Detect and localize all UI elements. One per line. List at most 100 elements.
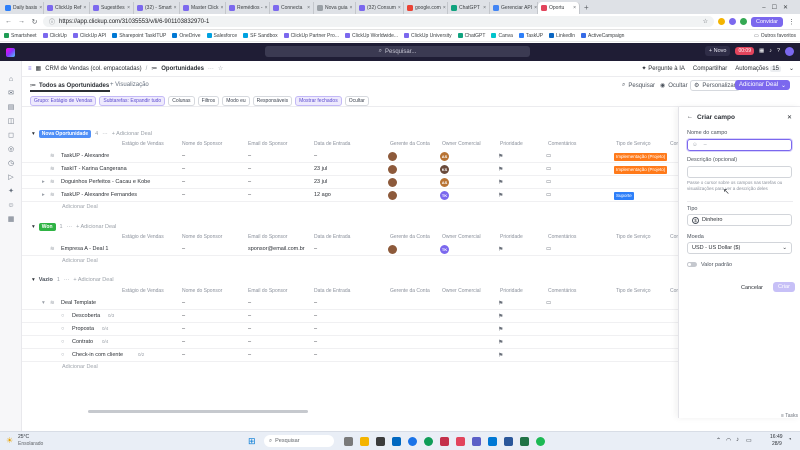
close-tab-icon[interactable]: × xyxy=(221,5,224,11)
comments-icon[interactable]: ▭ xyxy=(546,179,551,185)
account-manager-avatar[interactable] xyxy=(388,244,397,254)
default-value-toggle[interactable] xyxy=(687,262,697,267)
taskbar-search-input[interactable]: ⌕ Pesquisar xyxy=(264,435,334,447)
automations-button[interactable]: Automações 15 xyxy=(735,65,781,72)
browser-tab[interactable]: Remédios - × xyxy=(226,2,270,14)
inbox-icon[interactable]: ✉ xyxy=(6,89,16,99)
notifications-icon[interactable]: ♪ xyxy=(769,48,772,54)
subtask-row[interactable]: ○ Proposta 0/4 – – – ⚑ xyxy=(22,323,678,336)
word-icon[interactable] xyxy=(488,437,497,446)
column-header[interactable]: Gerente da Conta xyxy=(390,141,430,147)
owner-avatar[interactable]: TK xyxy=(440,190,449,200)
clickup-logo-icon[interactable] xyxy=(6,47,15,57)
sponsor-name[interactable]: – xyxy=(182,179,185,185)
new-button[interactable]: + Novo xyxy=(704,46,731,56)
column-header[interactable]: Data de Entrada xyxy=(314,288,350,294)
chevron-down-icon[interactable]: ⌄ xyxy=(789,65,794,72)
column-header[interactable]: Gerente da Conta xyxy=(390,234,430,240)
empty-cell[interactable]: – xyxy=(182,339,185,345)
column-header[interactable]: Nome do Sponsor xyxy=(182,234,222,240)
empty-cell[interactable]: – xyxy=(182,326,185,332)
status-circle-icon[interactable]: ○ xyxy=(61,352,64,358)
spaces-icon[interactable]: ▦ xyxy=(6,215,16,225)
browser-tab[interactable]: Oportu × xyxy=(538,2,580,14)
column-header[interactable]: Owner Comercial xyxy=(442,288,481,294)
column-header[interactable]: Email do Sponsor xyxy=(248,288,287,294)
bookmark-item[interactable]: OneDrive xyxy=(172,33,201,39)
owner-avatar[interactable]: AS xyxy=(440,177,449,187)
empty-cell[interactable]: – xyxy=(248,326,251,332)
reload-icon[interactable]: ↻ xyxy=(30,18,39,26)
emoji-icon[interactable]: ☺ xyxy=(692,142,698,148)
comments-icon[interactable]: ▭ xyxy=(546,246,551,252)
clips-icon[interactable]: ▷ xyxy=(6,173,16,183)
tasks-tray[interactable]: ≡ Tasks xyxy=(781,413,798,419)
chevron-down-icon[interactable]: ▾ xyxy=(32,224,35,230)
edge-icon[interactable] xyxy=(424,437,433,446)
subtask-row[interactable]: ○ Contrato 0/4 – – – ⚑ xyxy=(22,336,678,349)
priority-flag-icon[interactable]: ⚑ xyxy=(498,300,503,307)
empty-cell[interactable]: – xyxy=(248,313,251,319)
expand-row-icon[interactable]: ▸ xyxy=(42,192,45,198)
field-name-input[interactable]: ☺ – xyxy=(687,139,792,151)
comments-icon[interactable]: ▭ xyxy=(546,166,551,172)
sponsor-email[interactable]: – xyxy=(248,300,251,306)
mail-icon[interactable] xyxy=(392,437,401,446)
user-avatar[interactable] xyxy=(785,46,794,56)
bookmark-item[interactable]: TaskUP xyxy=(518,33,543,39)
column-header[interactable]: Nome do Sponsor xyxy=(182,141,222,147)
status-badge[interactable]: Won xyxy=(38,223,56,231)
hide-button[interactable]: ◉ Ocultar xyxy=(660,82,688,90)
create-button[interactable]: Criar xyxy=(773,282,795,292)
column-header[interactable]: Data de Entrada xyxy=(314,234,350,240)
browser-tab[interactable]: (32) - Smart × xyxy=(134,2,180,14)
priority-flag-icon[interactable]: ⚑ xyxy=(498,339,503,346)
sponsor-email[interactable]: – xyxy=(248,179,251,185)
column-header[interactable]: Owner Comercial xyxy=(442,234,481,240)
browser-tab[interactable]: Sugestões × xyxy=(90,2,134,14)
column-header[interactable]: Owner Comercial xyxy=(442,141,481,147)
owner-avatar[interactable]: TK xyxy=(440,244,449,254)
search-button[interactable]: ⌕ Pesquisar xyxy=(622,82,655,89)
subtask-row[interactable]: ○ Check-in com cliente 0/2 – – – ⚑ xyxy=(22,349,678,362)
currency-select[interactable]: USD - US Dollar ($) ⌄ xyxy=(687,242,792,254)
bookmark-item[interactable]: Canva xyxy=(491,33,513,39)
browser-tab[interactable]: Nova guia × xyxy=(314,2,356,14)
sponsor-email[interactable]: – xyxy=(248,153,251,159)
description-input[interactable] xyxy=(687,166,792,178)
battery-icon[interactable]: ▭ xyxy=(746,437,752,444)
outlook-icon[interactable] xyxy=(440,437,449,446)
bookmark-item[interactable]: ChatGPT xyxy=(457,33,485,39)
table-row[interactable]: ▸ ≋ Doguinhos Perfeitos - Cacau e Kobe – – 23… xyxy=(22,176,678,189)
sponsor-email[interactable]: sponsor@email.com.br xyxy=(248,246,305,252)
status-circle-icon[interactable]: ○ xyxy=(61,326,64,332)
column-header[interactable]: Tipo de Serviço xyxy=(616,141,651,147)
entry-date[interactable]: 23 jul xyxy=(314,166,327,172)
chevron-down-icon[interactable]: ▾ xyxy=(32,131,35,137)
column-header[interactable]: Prioridade xyxy=(500,234,523,240)
filter-chip[interactable]: Mostrar fechados xyxy=(295,96,342,106)
browser-tab[interactable]: ChatGPT × xyxy=(448,2,490,14)
sponsor-email[interactable]: – xyxy=(248,192,251,198)
column-header[interactable]: Estágio de Vendas xyxy=(122,141,164,147)
apps-icon[interactable]: ▦ xyxy=(759,48,764,54)
empty-cell[interactable]: – xyxy=(314,339,317,345)
subtask-name[interactable]: Descoberta xyxy=(72,313,100,319)
excel-icon[interactable] xyxy=(520,437,529,446)
sponsor-name[interactable]: – xyxy=(182,300,185,306)
empty-cell[interactable]: – xyxy=(314,326,317,332)
entry-date[interactable]: 12 ago xyxy=(314,192,331,198)
empty-cell[interactable]: – xyxy=(182,313,185,319)
bookmark-item[interactable]: ClickUp University xyxy=(404,33,452,39)
sponsor-name[interactable]: – xyxy=(182,246,185,252)
subtask-name[interactable]: Proposta xyxy=(72,326,94,332)
forward-icon[interactable]: → xyxy=(17,18,26,25)
deal-name[interactable]: TaskIT - Karina Cangerana xyxy=(61,166,127,172)
entry-date[interactable]: – xyxy=(314,153,317,159)
empty-cell[interactable]: – xyxy=(248,339,251,345)
table-row[interactable]: ≋ Empresa A - Deal 1 – sponsor@email.com.br… xyxy=(22,243,678,256)
site-info-icon[interactable]: ⓘ xyxy=(49,17,55,26)
help-icon[interactable]: ? xyxy=(777,48,780,54)
column-header[interactable]: Estágio de Vendas xyxy=(122,288,164,294)
windows-start-icon[interactable]: ⊞ xyxy=(248,436,256,447)
